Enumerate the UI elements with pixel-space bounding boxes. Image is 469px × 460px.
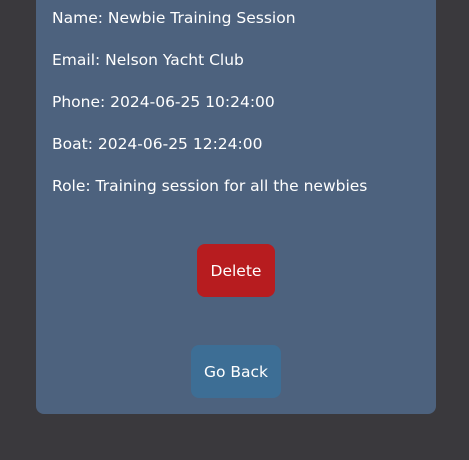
role-field: Role: Training session for all the newbi… [52,177,368,195]
details-card: Name: Newbie Training Session Email: Nel… [36,0,436,414]
email-field: Email: Nelson Yacht Club [52,51,244,69]
phone-field: Phone: 2024-06-25 10:24:00 [52,93,275,111]
delete-button[interactable]: Delete [197,244,275,297]
boat-field: Boat: 2024-06-25 12:24:00 [52,135,263,153]
go-back-button[interactable]: Go Back [191,345,281,398]
name-field: Name: Newbie Training Session [52,9,296,27]
